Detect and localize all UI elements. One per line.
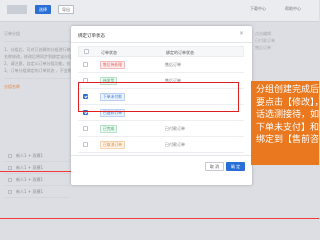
background-section-title: 订单分组 xyxy=(4,31,20,36)
table-row[interactable]: 新人1 + 双模1 xyxy=(4,186,70,198)
row-checkbox[interactable] xyxy=(83,142,88,147)
column-status: 订单状态 xyxy=(101,50,117,55)
annotation-line xyxy=(0,218,319,219)
status-scope: 已付款订单 xyxy=(165,126,185,131)
status-tag: 已取消订单 xyxy=(100,141,125,149)
table-row[interactable]: 新人1 + 双模1 xyxy=(4,174,70,186)
table-row[interactable]: 新人1 + 双模1 xyxy=(4,162,70,174)
divider xyxy=(71,155,252,156)
bind-order-status-dialog: 绑定订单状态 × 订单状态 绑定的订单状态 售后待处理 售后订单 待发货 售后订… xyxy=(71,26,252,185)
highlight-box xyxy=(78,82,239,112)
annotation-callout: 分组创建完成后 要点击【修改】， 话选测接待，如 下单未支付】和 绑定到【售前咨 xyxy=(251,81,319,165)
status-scope: 售后订单 xyxy=(165,62,181,67)
status-tag: 已完成 xyxy=(100,125,118,133)
callout-text: 绑定到【售前咨 xyxy=(256,135,319,145)
ok-button[interactable]: 确 定 xyxy=(226,162,245,171)
select-button[interactable]: 选择 xyxy=(35,5,51,14)
export-button[interactable]: 导出 xyxy=(58,5,74,14)
background-note-3: 2、请注意，自定义订单分组功能，仅可通过此处设置 xyxy=(4,61,74,66)
background-left-panel: 订单分组 1、分组后，可对已创建的分组进行修改或删除操作，可对分组 名称修改，修… xyxy=(4,30,74,90)
callout-text: 分组创建完成后 xyxy=(256,85,319,95)
background-right-column: 点击编辑 已付款订单 售后订单 xyxy=(255,30,315,51)
select-all-checkbox[interactable] xyxy=(84,49,89,54)
status-tag: 售后待处理 xyxy=(100,61,125,69)
row-checkbox[interactable] xyxy=(83,126,88,131)
table-row[interactable]: 新人1 + 双模1 xyxy=(4,150,70,162)
close-icon[interactable]: × xyxy=(239,31,244,37)
status-row[interactable]: 售后待处理 售后订单 xyxy=(78,57,244,73)
download-center-link[interactable]: 下载中心 xyxy=(250,6,266,12)
background-note-4: 3、订单分组绑定的订单状态 ，不会影响分组下的订单 xyxy=(4,68,74,73)
cancel-button[interactable]: 取 消 xyxy=(205,162,224,171)
table-header: 订单状态 绑定的订单状态 xyxy=(78,46,244,57)
callout-text: 要点击【修改】， xyxy=(256,97,319,108)
callout-text: 下单未支付】和 xyxy=(256,122,319,133)
background-note-1: 1、分组后，可对已创建的分组进行修改或删除操作，可对分组 xyxy=(4,47,74,52)
dialog-title: 绑定订单状态 xyxy=(78,34,105,39)
background-header: 选择 导出 下载中心 帮助中心 xyxy=(0,0,319,22)
logo xyxy=(7,5,27,14)
divider xyxy=(71,42,252,43)
status-row[interactable]: 已完成 已付款订单 xyxy=(78,121,244,137)
row-checkbox[interactable] xyxy=(83,62,88,67)
background-edit-hint: 点击编辑 xyxy=(255,31,271,36)
background-group-label: 分组名称 xyxy=(4,84,20,89)
background-scope-2: 售后订单 xyxy=(255,45,271,50)
background-scope-1: 已付款订单 xyxy=(255,38,275,43)
column-scope: 绑定的订单状态 xyxy=(166,50,194,55)
status-scope: 已付款订单 xyxy=(165,142,185,147)
status-row[interactable]: 已取消订单 已付款订单 xyxy=(78,137,244,153)
background-note-2: 名称修改，修改后将同步到绑定该分组的订单 xyxy=(4,54,74,59)
background-table: 新人1 + 双模1 新人1 + 双模1 新人1 + 双模1 新人1 + 双模1 xyxy=(4,150,70,198)
callout-text: 话选测接待，如 xyxy=(256,110,319,120)
help-center-link[interactable]: 帮助中心 xyxy=(285,6,301,12)
